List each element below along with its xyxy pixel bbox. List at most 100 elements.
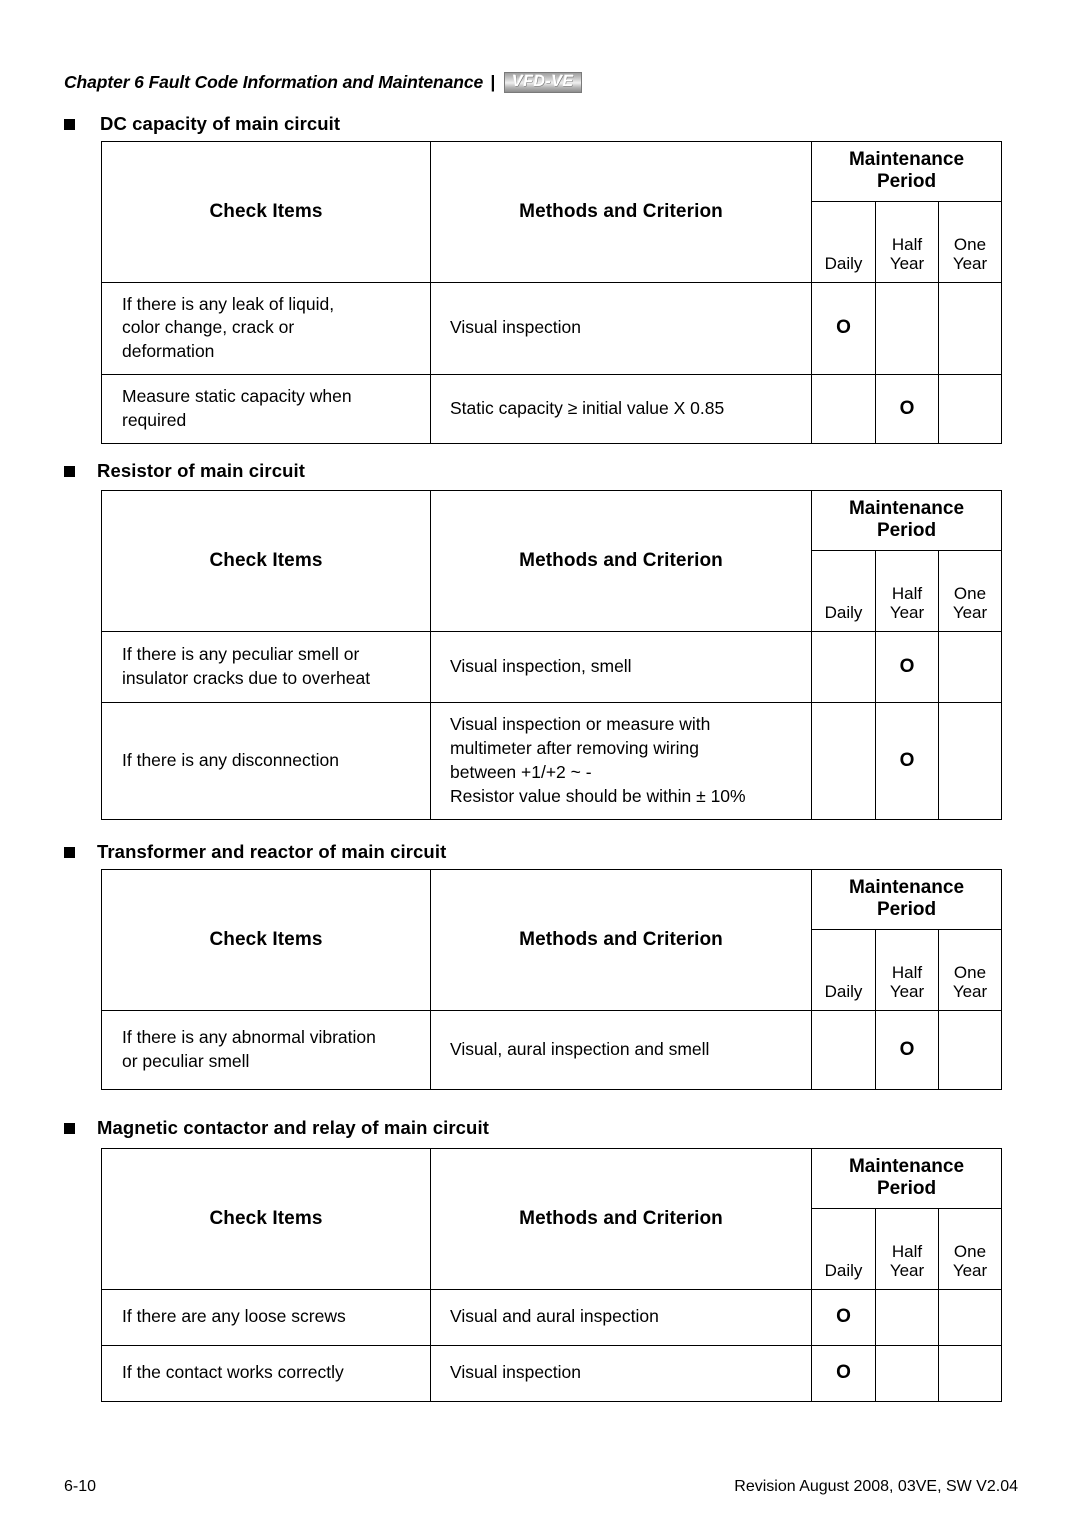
header-period-line2: Period <box>876 899 937 921</box>
header-half-line1: Half <box>891 963 923 983</box>
header-daily: Daily <box>811 928 876 1011</box>
method-line-overflow: Resistor value should be within ± 10% <box>450 785 746 806</box>
cell-daily-mark: O <box>811 1344 876 1402</box>
check-line: If there is any leak of liquid, <box>122 293 335 314</box>
section-heading-dc-capacity: DC capacity of main circuit <box>64 113 340 135</box>
cell-check-item: If there are any loose screws <box>101 1288 431 1346</box>
cell-one-year-mark <box>938 701 1002 820</box>
check-line: If there is any abnormal vibration <box>122 1027 376 1048</box>
header-maintenance-period: Maintenance Period <box>811 1148 1002 1209</box>
square-bullet-icon <box>64 846 75 858</box>
header-methods: Methods and Criterion <box>430 141 812 283</box>
cell-method: Visual inspection <box>430 1344 812 1402</box>
footer-page-number: 6-10 <box>64 1478 97 1495</box>
check-line: deformation <box>122 341 215 362</box>
footer-revision: Revision August 2008, 03VE, SW V2.04 <box>734 1478 1018 1495</box>
cell-check-item: If there is any peculiar smell or insula… <box>101 630 431 703</box>
header-separator: | <box>490 72 496 92</box>
cell-daily-mark <box>811 630 876 703</box>
table-header-row: Check Items Methods and Criterion Mainte… <box>101 141 1002 283</box>
table-row: If there is any peculiar smell or insula… <box>101 630 1002 703</box>
header-one-line1: One <box>953 963 987 983</box>
header-half-year: Half Year <box>875 549 939 632</box>
table-resistor: Check Items Methods and Criterion Mainte… <box>101 490 1002 820</box>
header-period-line2: Period <box>876 171 937 193</box>
cell-method: Visual inspection <box>430 281 812 375</box>
check-line: color change, crack or <box>122 317 295 338</box>
section-heading-magnetic-contactor: Magnetic contactor and relay of main cir… <box>64 1117 489 1139</box>
header-maintenance-period: Maintenance Period <box>811 141 1002 202</box>
header-one-line2: Year <box>952 603 988 623</box>
chapter-title: Chapter 6 Fault Code Information and Mai… <box>64 72 484 92</box>
cell-half-year-mark: O <box>875 630 939 703</box>
square-bullet-icon <box>64 118 75 130</box>
cell-daily-mark <box>811 1009 876 1090</box>
cell-check-item: If there is any abnormal vibration or pe… <box>101 1009 431 1090</box>
header-one-year: One Year <box>938 928 1002 1011</box>
cell-method: Visual, aural inspection and smell <box>430 1009 812 1090</box>
check-line: If there is any disconnection <box>122 749 339 770</box>
cell-method: Visual inspection, smell <box>430 630 812 703</box>
method-line: multimeter after removing wiring <box>450 738 699 759</box>
check-line: If there are any loose screws <box>122 1306 346 1327</box>
header-one-line1: One <box>953 1242 987 1262</box>
cell-method: Visual and aural inspection <box>430 1288 812 1346</box>
header-period-line1: Maintenance <box>848 1156 965 1177</box>
header-period-line1: Maintenance <box>848 149 965 170</box>
table-dc-capacity: Check Items Methods and Criterion Mainte… <box>101 141 1002 444</box>
method-line: Static capacity ≥ initial value X 0.85 <box>450 397 725 418</box>
cell-one-year-mark <box>938 373 1002 444</box>
cell-one-year-mark <box>938 1288 1002 1346</box>
header-half-line2: Year <box>889 254 925 274</box>
header-check-items: Check Items <box>101 490 431 632</box>
header-one-line2: Year <box>952 1261 988 1281</box>
header-one-year: One Year <box>938 549 1002 632</box>
cell-daily-mark: O <box>811 1288 876 1346</box>
check-line: If there is any peculiar smell or <box>122 644 360 665</box>
check-line: insulator cracks due to overheat <box>122 667 371 688</box>
header-one-year: One Year <box>938 1207 1002 1290</box>
check-line: Measure static capacity when <box>122 386 352 407</box>
header-one-line1: One <box>953 235 987 255</box>
cell-one-year-mark <box>938 630 1002 703</box>
cell-check-item: If there is any disconnection <box>101 701 431 820</box>
table-header-row: Check Items Methods and Criterion Mainte… <box>101 869 1002 1011</box>
cell-check-item: Measure static capacity when required <box>101 373 431 444</box>
header-methods: Methods and Criterion <box>430 869 812 1011</box>
header-methods: Methods and Criterion <box>430 490 812 632</box>
table-header-row: Check Items Methods and Criterion Mainte… <box>101 490 1002 632</box>
header-half-line1: Half <box>891 235 923 255</box>
header-one-line2: Year <box>952 982 988 1002</box>
cell-one-year-mark <box>938 281 1002 375</box>
method-line: between +1/+2 ~ - <box>450 761 592 782</box>
table-row: Measure static capacity when required St… <box>101 373 1002 444</box>
header-check-items: Check Items <box>101 141 431 283</box>
check-line: If the contact works correctly <box>122 1362 344 1383</box>
running-header: Chapter 6 Fault Code Information and Mai… <box>64 72 582 93</box>
method-line: Visual inspection or measure with <box>450 714 711 735</box>
header-half-year: Half Year <box>875 200 939 283</box>
cell-one-year-mark <box>938 1344 1002 1402</box>
table-row: If the contact works correctly Visual in… <box>101 1344 1002 1402</box>
section-title-dc-capacity: DC capacity of main circuit <box>100 113 341 134</box>
header-daily: Daily <box>811 200 876 283</box>
table-header-row: Check Items Methods and Criterion Mainte… <box>101 1148 1002 1290</box>
cell-daily-mark: O <box>811 281 876 375</box>
section-title-transformer: Transformer and reactor of main circuit <box>97 841 447 862</box>
logo-text: VFD-VE <box>512 73 574 90</box>
cell-half-year-mark <box>875 1344 939 1402</box>
header-period-line2: Period <box>876 1178 937 1200</box>
square-bullet-icon <box>64 1122 75 1134</box>
table-row: If there is any abnormal vibration or pe… <box>101 1009 1002 1090</box>
header-daily: Daily <box>811 549 876 632</box>
cell-method: Static capacity ≥ initial value X 0.85 <box>430 373 812 444</box>
cell-one-year-mark <box>938 1009 1002 1090</box>
method-line: Visual and aural inspection <box>450 1306 659 1327</box>
method-line: Visual, aural inspection and smell <box>450 1038 710 1059</box>
header-check-items: Check Items <box>101 1148 431 1290</box>
cell-half-year-mark <box>875 1288 939 1346</box>
check-line: required <box>122 409 187 430</box>
document-page: Chapter 6 Fault Code Information and Mai… <box>0 0 1080 1534</box>
section-title-magnetic-contactor: Magnetic contactor and relay of main cir… <box>97 1117 489 1138</box>
header-half-year: Half Year <box>875 928 939 1011</box>
